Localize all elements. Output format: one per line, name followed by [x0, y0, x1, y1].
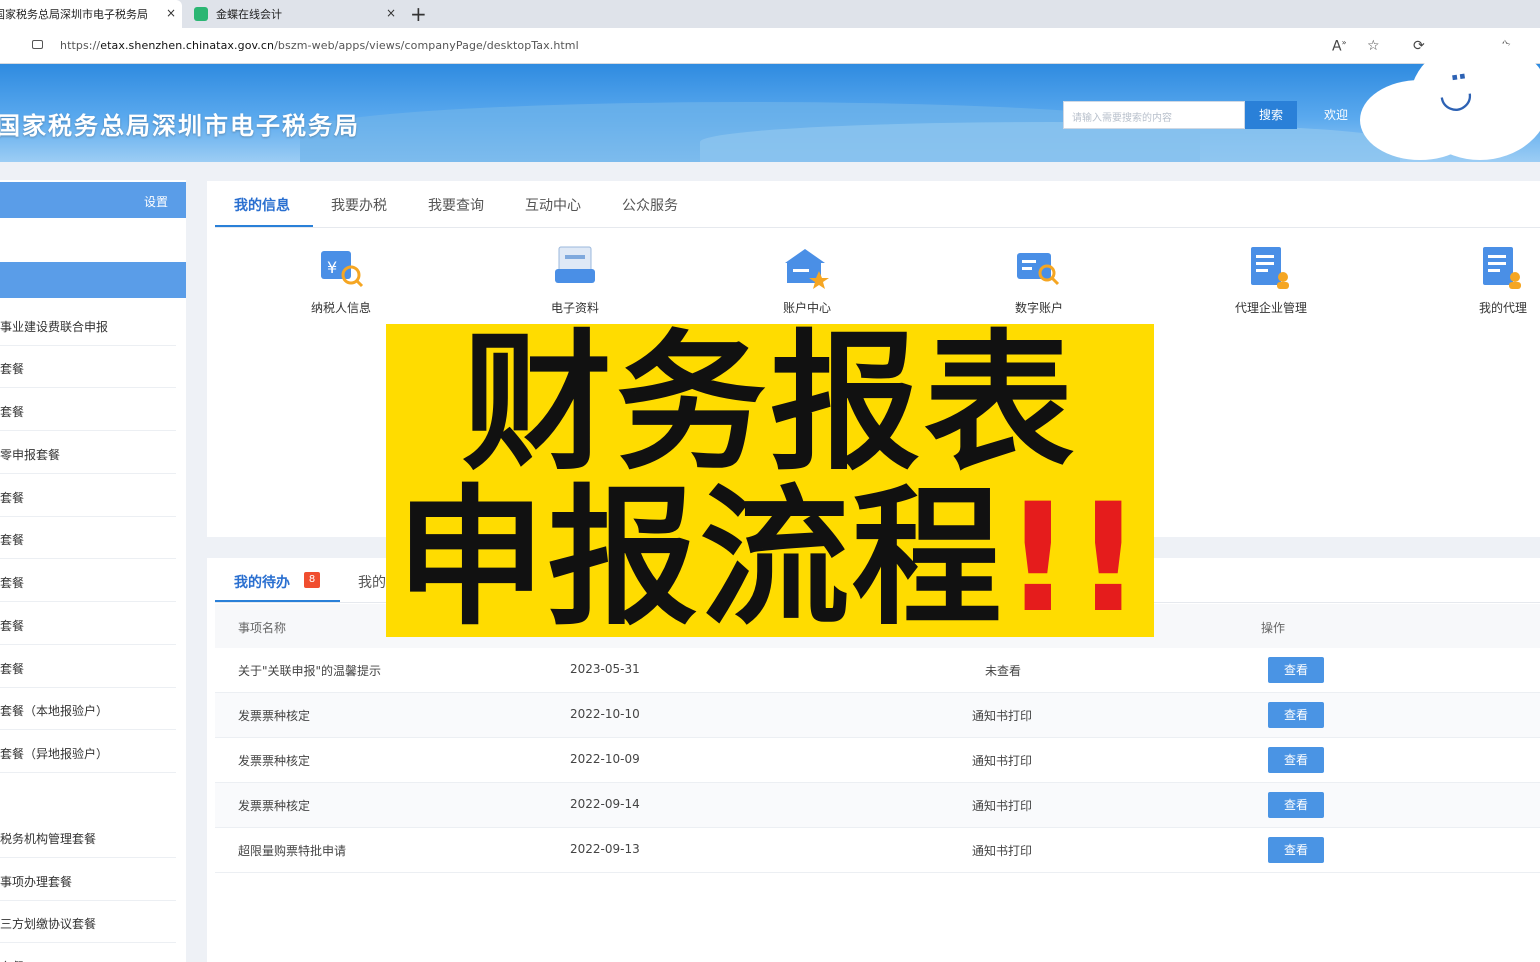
sidebar-item[interactable]: 套餐 — [0, 646, 176, 688]
close-icon[interactable]: × — [386, 6, 396, 20]
url-field[interactable]: https://etax.shenzhen.chinatax.gov.cn/bs… — [60, 39, 579, 52]
kingdee-favicon-icon — [194, 7, 208, 21]
table-row[interactable]: 关于"关联申报"的温馨提示 2023-05-31 未查看 查看 — [215, 648, 1540, 693]
quick-label[interactable]: 纳税人信息 — [271, 299, 411, 316]
browser-tab-etax[interactable]: 国家税务总局深圳市电子税务局 × — [0, 0, 182, 28]
todo-status: 通知书打印 — [972, 709, 1033, 723]
welcome-text: 欢迎 — [1324, 108, 1349, 122]
search-button[interactable]: 搜索 — [1245, 101, 1297, 129]
sidebar-header: 设置 — [0, 182, 186, 218]
url-scheme: https:// — [60, 39, 101, 52]
todo-name: 发票票种核定 — [238, 799, 311, 813]
view-button[interactable]: 查看 — [1268, 657, 1324, 683]
todo-date: 2023-05-31 — [570, 662, 640, 676]
todo-status: 未查看 — [985, 664, 1022, 678]
new-tab-button[interactable]: + — [410, 2, 427, 26]
view-button[interactable]: 查看 — [1268, 702, 1324, 728]
todo-status: 通知书打印 — [972, 799, 1033, 813]
cloud-sticker-icon: ◡̈ — [1360, 40, 1540, 162]
sidebar-item[interactable]: 事业建设费联合申报 — [0, 304, 176, 346]
cloud-part — [1410, 40, 1540, 160]
sidebar-item[interactable]: 套餐 — [0, 603, 176, 645]
sidebar-item[interactable]: 套餐（异地报验户） — [0, 731, 176, 773]
electronic-docs-icon[interactable] — [551, 243, 599, 291]
sidebar-item[interactable]: 套餐（本地报验户） — [0, 688, 176, 730]
todo-status: 通知书打印 — [972, 754, 1033, 768]
todo-name: 超限量购票特批申请 — [238, 844, 347, 858]
todo-count-badge: 8 — [304, 572, 320, 588]
title-overlay: 财务报表 申报流程!! — [386, 317, 1154, 644]
search-input[interactable]: 请输入需要搜索的内容 — [1063, 101, 1245, 129]
overlay-title-text: 申报流程 — [395, 472, 1004, 646]
sidebar-item[interactable]: 事项办理套餐 — [0, 859, 176, 901]
url-path: /bszm-web/apps/views/companyPage/desktop… — [274, 39, 579, 52]
svg-text:¥: ¥ — [327, 258, 337, 277]
sidebar-item[interactable]: 套餐 — [0, 944, 176, 962]
todo-status: 通知书打印 — [972, 844, 1033, 858]
exclamation-marks: !! — [1003, 472, 1145, 646]
tab-query[interactable]: 我要查询 — [428, 195, 484, 215]
quick-label[interactable]: 我的代理 — [1433, 299, 1540, 316]
agency-manage-icon[interactable] — [1245, 243, 1293, 291]
tab-title: 金蝶在线会计 — [216, 8, 282, 21]
view-button[interactable]: 查看 — [1268, 747, 1324, 773]
close-icon[interactable]: × — [166, 6, 176, 20]
todo-date: 2022-09-14 — [570, 797, 640, 811]
read-aloud-icon[interactable]: A» — [1332, 38, 1346, 55]
tab-my-other[interactable]: 我的 — [358, 572, 386, 592]
column-header-name: 事项名称 — [238, 621, 287, 635]
lock-icon[interactable] — [32, 40, 43, 49]
view-button[interactable]: 查看 — [1268, 837, 1324, 863]
overlay-title-line1: 财务报表 — [461, 317, 1078, 491]
my-agent-icon[interactable] — [1477, 243, 1525, 291]
digital-account-icon[interactable] — [1013, 243, 1061, 291]
sidebar-item[interactable]: 零申报套餐 — [0, 432, 176, 474]
url-host: etax.shenzhen.chinatax.gov.cn — [100, 39, 275, 52]
site-title: 国家税务总局深圳市电子税务局 — [0, 112, 360, 140]
browser-tab-kingdee[interactable]: 金蝶在线会计 × — [186, 0, 402, 28]
quick-label[interactable]: 代理企业管理 — [1201, 299, 1341, 316]
divider — [215, 227, 1540, 228]
sidebar-item[interactable]: 套餐 — [0, 389, 176, 431]
sidebar: 设置 事业建设费联合申报 套餐 套餐 零申报套餐 套餐 套餐 套餐 套餐 套餐 … — [0, 180, 186, 962]
tab-public-service[interactable]: 公众服务 — [622, 195, 678, 215]
overlay-title-line2: 申报流程!! — [386, 474, 1154, 644]
quick-label[interactable]: 账户中心 — [737, 299, 877, 316]
todo-date: 2022-10-10 — [570, 707, 640, 721]
browser-tab-strip: 国家税务总局深圳市电子税务局 × 金蝶在线会计 × + — [0, 0, 1540, 28]
tab-interaction[interactable]: 互动中心 — [525, 195, 581, 215]
quick-label[interactable]: 数字账户 — [969, 299, 1109, 316]
todo-name: 发票票种核定 — [238, 709, 311, 723]
sidebar-item[interactable]: 三方划缴协议套餐 — [0, 901, 176, 943]
sidebar-item[interactable]: 税务机构管理套餐 — [0, 816, 176, 858]
todo-date: 2022-09-13 — [570, 842, 640, 856]
settings-link[interactable]: 设置 — [144, 193, 168, 210]
sidebar-item[interactable]: 套餐 — [0, 346, 176, 388]
view-button[interactable]: 查看 — [1268, 792, 1324, 818]
todo-date: 2022-10-09 — [570, 752, 640, 766]
tab-do-tax[interactable]: 我要办税 — [331, 195, 387, 215]
tab-my-info[interactable]: 我的信息 — [234, 195, 290, 215]
smiley-face-icon: ◡̈ — [1436, 68, 1474, 118]
table-row[interactable]: 发票票种核定 2022-10-09 通知书打印 查看 — [215, 738, 1540, 783]
table-row[interactable]: 发票票种核定 2022-09-14 通知书打印 查看 — [215, 783, 1540, 828]
quick-label[interactable]: 电子资料 — [505, 299, 645, 316]
todo-name: 关于"关联申报"的温馨提示 — [238, 664, 382, 678]
sidebar-item[interactable]: 套餐 — [0, 475, 176, 517]
sidebar-active-item[interactable] — [0, 262, 186, 298]
sidebar-item[interactable]: 套餐 — [0, 560, 176, 602]
tab-my-todo[interactable]: 我的待办 — [234, 572, 290, 592]
column-header-op: 操作 — [1261, 621, 1286, 635]
sidebar-item[interactable]: 套餐 — [0, 517, 176, 559]
tab-title: 国家税务总局深圳市电子税务局 — [0, 8, 148, 21]
table-row[interactable]: 发票票种核定 2022-10-10 通知书打印 查看 — [215, 693, 1540, 738]
address-bar: https://etax.shenzhen.chinatax.gov.cn/bs… — [0, 28, 1540, 64]
taxpayer-info-icon[interactable]: ¥ — [317, 243, 365, 291]
screen: 国家税务总局深圳市电子税务局 × 金蝶在线会计 × + https://etax… — [0, 0, 1540, 962]
table-row[interactable]: 超限量购票特批申请 2022-09-13 通知书打印 查看 — [215, 828, 1540, 873]
account-center-icon[interactable] — [781, 243, 829, 291]
site-banner: 国家税务总局深圳市电子税务局 请输入需要搜索的内容 搜索 欢迎 — [0, 64, 1540, 162]
todo-name: 发票票种核定 — [238, 754, 311, 768]
